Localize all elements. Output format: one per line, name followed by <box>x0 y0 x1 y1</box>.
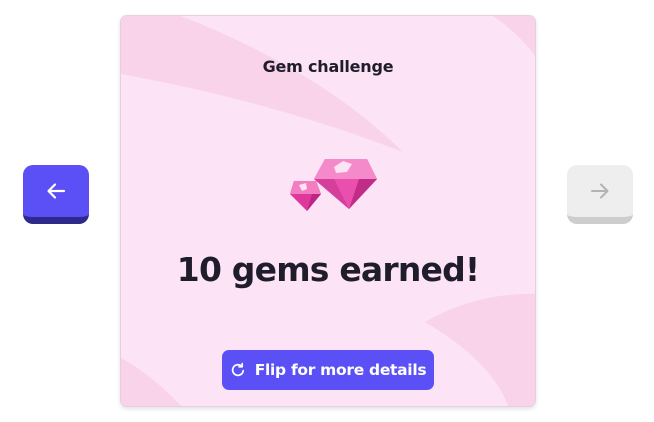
gem-challenge-screen: Gem challenge 10 gems earned! Flip for m… <box>0 0 654 422</box>
flip-button-label: Flip for more details <box>254 361 427 379</box>
refresh-icon <box>230 362 246 378</box>
gems-icon <box>290 159 377 211</box>
next-card-button[interactable] <box>567 165 633 224</box>
flip-for-details-button[interactable]: Flip for more details <box>222 350 434 390</box>
gems-earned-headline: 10 gems earned! <box>176 250 480 289</box>
previous-card-button[interactable] <box>23 165 89 224</box>
arrow-left-icon <box>47 183 66 199</box>
arrow-right-icon <box>591 183 609 199</box>
challenge-card: Gem challenge 10 gems earned! Flip for m… <box>120 15 536 407</box>
card-title: Gem challenge <box>262 57 394 76</box>
